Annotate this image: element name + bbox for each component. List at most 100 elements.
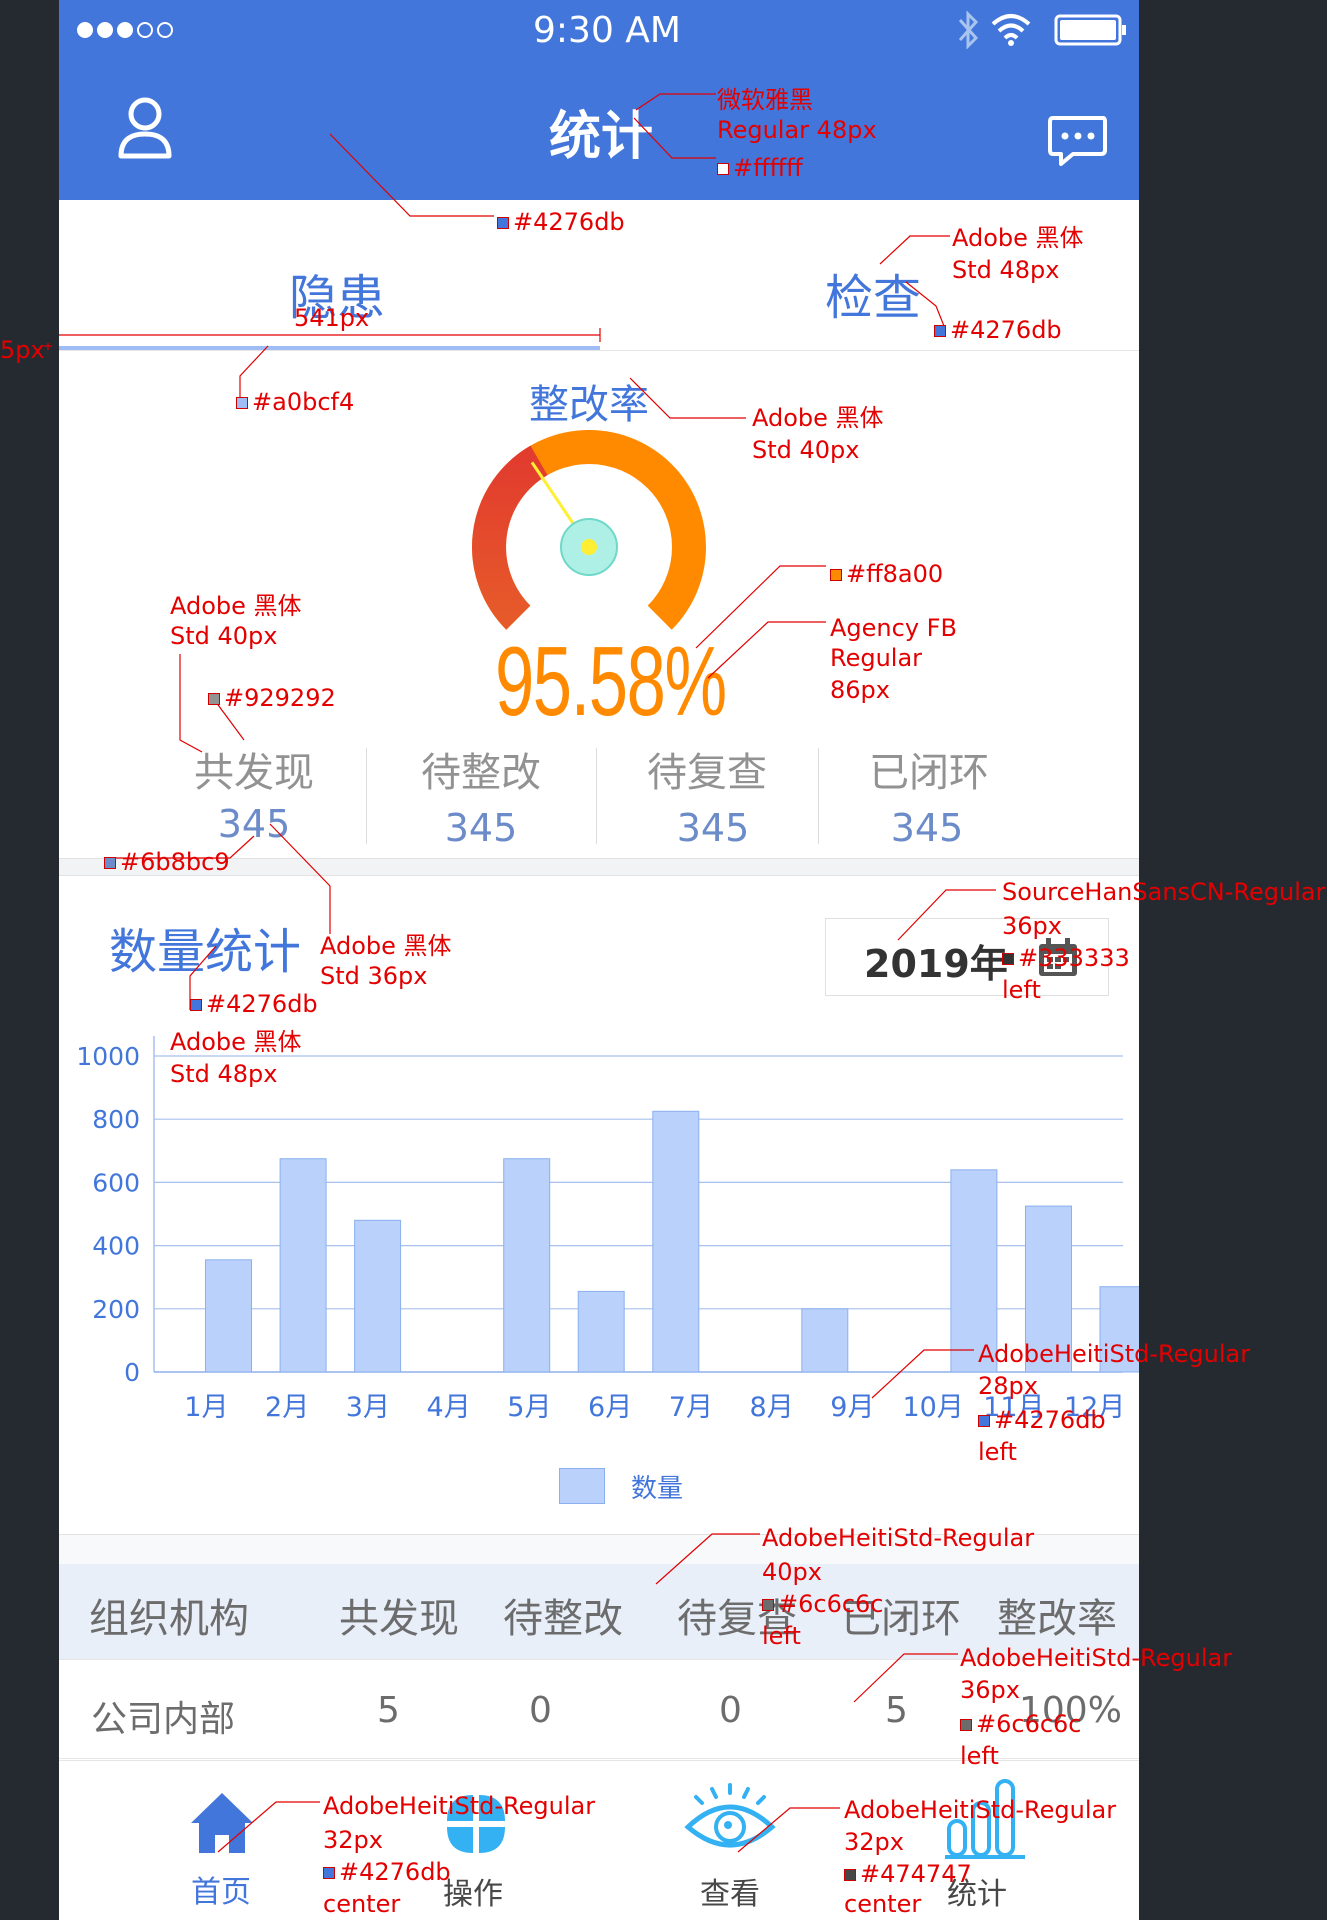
annotation: #4276db [978, 1404, 1106, 1436]
annotation: Regular 48px [717, 116, 877, 144]
legend-swatch [559, 1468, 605, 1504]
annotation: left [762, 1622, 801, 1650]
annotation: Std 48px [952, 256, 1060, 284]
annotation: 微软雅黑 [717, 86, 813, 114]
status-time: 9:30 AM [533, 10, 681, 51]
divider [366, 748, 367, 844]
x-tick-label: 5月 [507, 1392, 551, 1423]
table-cell: 0 [719, 1690, 742, 1731]
bar[interactable] [801, 1308, 849, 1373]
table-header-cell: 整改率 [997, 1596, 1117, 1642]
nav-label: 首页 [191, 1875, 251, 1910]
annotation: Adobe 黑体 [952, 224, 1084, 252]
annotation: left [978, 1438, 1017, 1466]
table-header-cell: 共发现 [339, 1596, 459, 1642]
stat-value: 345 [890, 806, 964, 850]
annotation: 36px [1002, 912, 1062, 940]
annotation: #ff8a00 [830, 558, 943, 590]
wifi-icon [991, 14, 1031, 46]
annotation: Adobe 黑体 [320, 932, 452, 960]
stat-label: 待复查 [647, 750, 767, 796]
page-title: 统计 [549, 107, 654, 167]
annotation: left [1002, 976, 1041, 1004]
annotation: Regular [830, 644, 923, 672]
bar[interactable] [503, 1158, 551, 1373]
annotation: 86px [830, 676, 890, 704]
divider [818, 748, 819, 844]
signal-indicator [77, 22, 177, 42]
y-tick-label: 800 [92, 1105, 140, 1134]
phone-screen: 9:30 AM 统计 隐患 检查 整改率 95.58% 共发现 345 待整改 … [59, 0, 1139, 1920]
divider [596, 748, 597, 844]
nav-label: 查看 [700, 1877, 760, 1912]
annotation: #6b8bc9 [104, 846, 230, 878]
nav-item-view[interactable]: 查看 [670, 1761, 790, 1920]
x-tick-label: 1月 [184, 1392, 228, 1423]
bar[interactable] [577, 1290, 625, 1373]
bottom-nav: 首页 操作 查看 统计 [59, 1760, 1139, 1920]
bluetooth-icon [958, 10, 979, 50]
annotation: 40px [762, 1558, 822, 1586]
table-cell: 0 [529, 1690, 552, 1731]
bar[interactable] [652, 1110, 700, 1373]
annotation: Std 40px [170, 622, 278, 650]
nav-item-home[interactable]: 首页 [161, 1761, 281, 1920]
annotation: AdobeHeitiStd-Regular [844, 1796, 1117, 1824]
annotation: 32px [323, 1826, 383, 1854]
x-tick-label: 6月 [588, 1392, 632, 1423]
message-icon[interactable] [1047, 114, 1109, 168]
annotation: AdobeHeitiStd-Regular [978, 1340, 1251, 1368]
section-title: 数量统计 [109, 924, 302, 980]
y-tick-label: 600 [92, 1168, 140, 1197]
annotation: Agency FB [830, 614, 957, 642]
annotation: SourceHanSansCN-Regular [1002, 878, 1326, 906]
annotation: left [960, 1742, 999, 1770]
top-bar: 9:30 AM 统计 [59, 0, 1139, 200]
user-icon[interactable] [117, 96, 173, 160]
annotation: #4276db [497, 206, 625, 238]
annotation: AdobeHeitiStd-Regular [762, 1524, 1035, 1552]
x-tick-label: 8月 [750, 1392, 794, 1423]
y-tick-label: 1000 [76, 1042, 140, 1071]
stat-value: 345 [217, 802, 291, 846]
stat-label: 待整改 [421, 750, 541, 796]
bar[interactable] [279, 1158, 327, 1373]
stat-label: 共发现 [194, 750, 314, 796]
gauge-hub-center [581, 539, 597, 555]
rectification-gauge [472, 430, 706, 630]
annotation: 541px [294, 304, 370, 332]
table-header-cell: 待整改 [503, 1596, 623, 1642]
quantity-bar-chart: 10008006004002000 1月 2月 3月 4月 5月 6月 7月 8月 9月 10月 1… [76, 1036, 1139, 1423]
annotation: AdobeHeitiStd-Regular [323, 1792, 596, 1820]
annotation: center [844, 1890, 922, 1918]
annotation: Std 36px [320, 962, 428, 990]
stat-value: 345 [676, 806, 750, 850]
x-tick-label: 3月 [346, 1392, 390, 1423]
annotation: #ffffff [717, 152, 803, 184]
x-tick-label: 4月 [427, 1392, 471, 1423]
annotation: #4276db [323, 1856, 451, 1888]
table-cell: 5 [885, 1690, 908, 1731]
table-header-cell: 组织机构 [89, 1596, 249, 1642]
annotation: 32px [844, 1828, 904, 1856]
bar[interactable] [354, 1219, 402, 1373]
annotation: #4276db [934, 314, 1062, 346]
annotation: center [323, 1890, 401, 1918]
x-tick-label: 7月 [669, 1392, 713, 1423]
battery-icon [1054, 14, 1126, 46]
bar[interactable] [205, 1259, 252, 1373]
x-tick-label: 10月 [902, 1392, 963, 1423]
annotation: Adobe 黑体 [170, 1028, 302, 1056]
nav-item-stats[interactable]: 统计 [927, 1761, 1047, 1920]
annotation: #6c6c6c [762, 1588, 884, 1620]
gauge-low-segment [472, 445, 548, 630]
annotation: 5px [0, 336, 45, 364]
stat-value: 345 [444, 806, 518, 850]
nav-item-operate[interactable]: 操作 [413, 1761, 533, 1920]
annotation: #333333 [1002, 942, 1130, 974]
y-tick-label: 0 [124, 1358, 140, 1387]
annotation: AdobeHeitiStd-Regular [960, 1644, 1233, 1672]
tab-inspection[interactable]: 检查 [825, 258, 921, 328]
annotation: Adobe 黑体 [170, 592, 302, 620]
annotation: Adobe 黑体 [752, 404, 884, 432]
